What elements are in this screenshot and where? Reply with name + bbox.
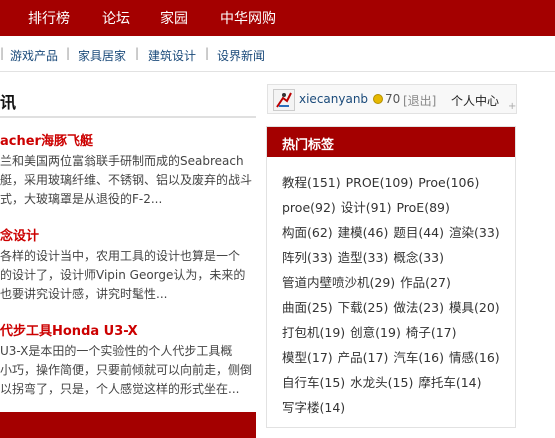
user-center-link[interactable]: 个人中心: [451, 92, 499, 109]
logout-link[interactable]: [退出]: [403, 92, 436, 109]
news-column: 讯 acher海豚飞艇 兰和美国两位富翁联手研制而成的Seabreach 艇，采…: [0, 72, 256, 438]
tag-link[interactable]: 做法(23): [393, 300, 444, 315]
plus-icon: +: [508, 101, 517, 112]
tag-link[interactable]: Proe(106): [418, 175, 479, 190]
news-title-concept-design[interactable]: 念设计: [0, 225, 39, 244]
nav-shop[interactable]: 中华网购: [220, 8, 276, 28]
tag-link[interactable]: 汽车(16): [393, 350, 444, 365]
tag-link[interactable]: 管道内壁喷沙机(29): [282, 275, 395, 290]
username-link[interactable]: xiecanyanb: [299, 92, 368, 106]
tag-row: 曲面(25) 下载(25) 做法(23) 模具(20): [282, 295, 514, 320]
tag-link[interactable]: PROE(109): [346, 175, 414, 190]
tag-link[interactable]: 作品(27): [400, 275, 451, 290]
subnav-separator: |: [135, 46, 140, 60]
tag-link[interactable]: 阵列(33): [282, 250, 333, 265]
tag-link[interactable]: ProE(89): [396, 200, 449, 215]
subnav-design-news[interactable]: 设界新闻: [217, 47, 265, 64]
tag-row: proe(92) 设计(91) ProE(89): [282, 195, 514, 220]
news-summary: U3-X是本田的一个实验性的个人代步工具概 小巧，操作简便，只要前倾就可以向前走…: [0, 344, 253, 396]
tag-row: 管道内壁喷沙机(29) 作品(27): [282, 270, 514, 295]
nav-home[interactable]: 家园: [160, 8, 188, 28]
subnav-game-products[interactable]: 游戏产品: [10, 47, 58, 64]
tag-link[interactable]: 椅子(17): [406, 325, 457, 340]
tag-row: 写字楼(14): [282, 395, 514, 420]
nav-ranking[interactable]: 排行榜: [28, 8, 70, 28]
nav-forum[interactable]: 论坛: [102, 8, 130, 28]
tag-link[interactable]: 建模(46): [338, 225, 389, 240]
avatar-figure-icon: [274, 90, 294, 110]
tag-row: 打包机(19) 创意(19) 椅子(17): [282, 320, 514, 345]
tag-row: 构面(62) 建模(46) 题目(44) 渲染(33): [282, 220, 514, 245]
subnav-architecture[interactable]: 建筑设计: [148, 47, 196, 64]
subnav-separator: |: [205, 46, 210, 60]
tag-link[interactable]: 打包机(19): [282, 325, 345, 340]
tag-row: 阵列(33) 造型(33) 概念(33): [282, 245, 514, 270]
subnav-furniture[interactable]: 家具居家: [78, 47, 126, 64]
tag-link[interactable]: 题目(44): [393, 225, 444, 240]
divider: [0, 116, 256, 118]
tag-link[interactable]: proe(92): [282, 200, 336, 215]
tag-cloud: 教程(151) PROE(109) Proe(106) proe(92) 设计(91) P…: [282, 170, 514, 420]
subnav-separator: |: [66, 46, 71, 60]
hot-tags-title: 热门标签: [282, 138, 335, 153]
tag-link[interactable]: 概念(33): [393, 250, 444, 265]
tag-link[interactable]: 产品(17): [338, 350, 389, 365]
tag-link[interactable]: 下载(25): [338, 300, 389, 315]
news-title-honda-u3x[interactable]: 代步工具Honda U3-X: [0, 320, 138, 339]
tag-link[interactable]: 摩托车(14): [418, 375, 481, 390]
tag-link[interactable]: 曲面(25): [282, 300, 333, 315]
top-navigation: 排行榜 论坛 家园 中华网购: [0, 0, 555, 36]
avatar[interactable]: [273, 89, 295, 111]
tag-row: 教程(151) PROE(109) Proe(106): [282, 170, 514, 195]
hot-tags-header: 热门标签: [267, 127, 515, 157]
tag-link[interactable]: 写字楼(14): [282, 400, 345, 415]
hot-tags-panel: 热门标签 教程(151) PROE(109) Proe(106) proe(92) 设计…: [266, 126, 516, 428]
news-summary: 兰和美国两位富翁联手研制而成的Seabreach 艇，采用玻璃纤维、不锈钢、铝以…: [0, 154, 253, 206]
tag-link[interactable]: 模型(17): [282, 350, 333, 365]
section-footer-bar: [0, 412, 256, 438]
tag-link[interactable]: 构面(62): [282, 225, 333, 240]
tag-link[interactable]: 设计(91): [341, 200, 392, 215]
tag-link[interactable]: 水龙头(15): [350, 375, 413, 390]
news-summary: 各样的设计当中，农用工具的设计也算是一个 的设计了，设计师Vipin Georg…: [0, 249, 246, 301]
subnav-separator: |: [0, 46, 5, 60]
tag-link[interactable]: 创意(19): [350, 325, 401, 340]
tag-link[interactable]: 模具(20): [449, 300, 500, 315]
tag-row: 模型(17) 产品(17) 汽车(16) 情感(16): [282, 345, 514, 370]
tag-link[interactable]: 教程(151): [282, 175, 341, 190]
user-points: 70: [385, 92, 401, 106]
sub-navigation: | 游戏产品 | 家具居家 | 建筑设计 | 设界新闻: [0, 36, 555, 72]
tag-link[interactable]: 情感(16): [449, 350, 500, 365]
tag-row: 自行车(15) 水龙头(15) 摩托车(14): [282, 370, 514, 395]
news-heading: 讯: [0, 93, 17, 112]
coin-icon: [373, 94, 383, 104]
tag-link[interactable]: 造型(33): [338, 250, 389, 265]
user-bar: xiecanyanb 70 [退出] 个人中心 +: [267, 84, 517, 114]
tag-link[interactable]: 自行车(15): [282, 375, 345, 390]
tag-link[interactable]: 渲染(33): [449, 225, 500, 240]
news-title-seabreacher[interactable]: acher海豚飞艇: [0, 130, 93, 149]
